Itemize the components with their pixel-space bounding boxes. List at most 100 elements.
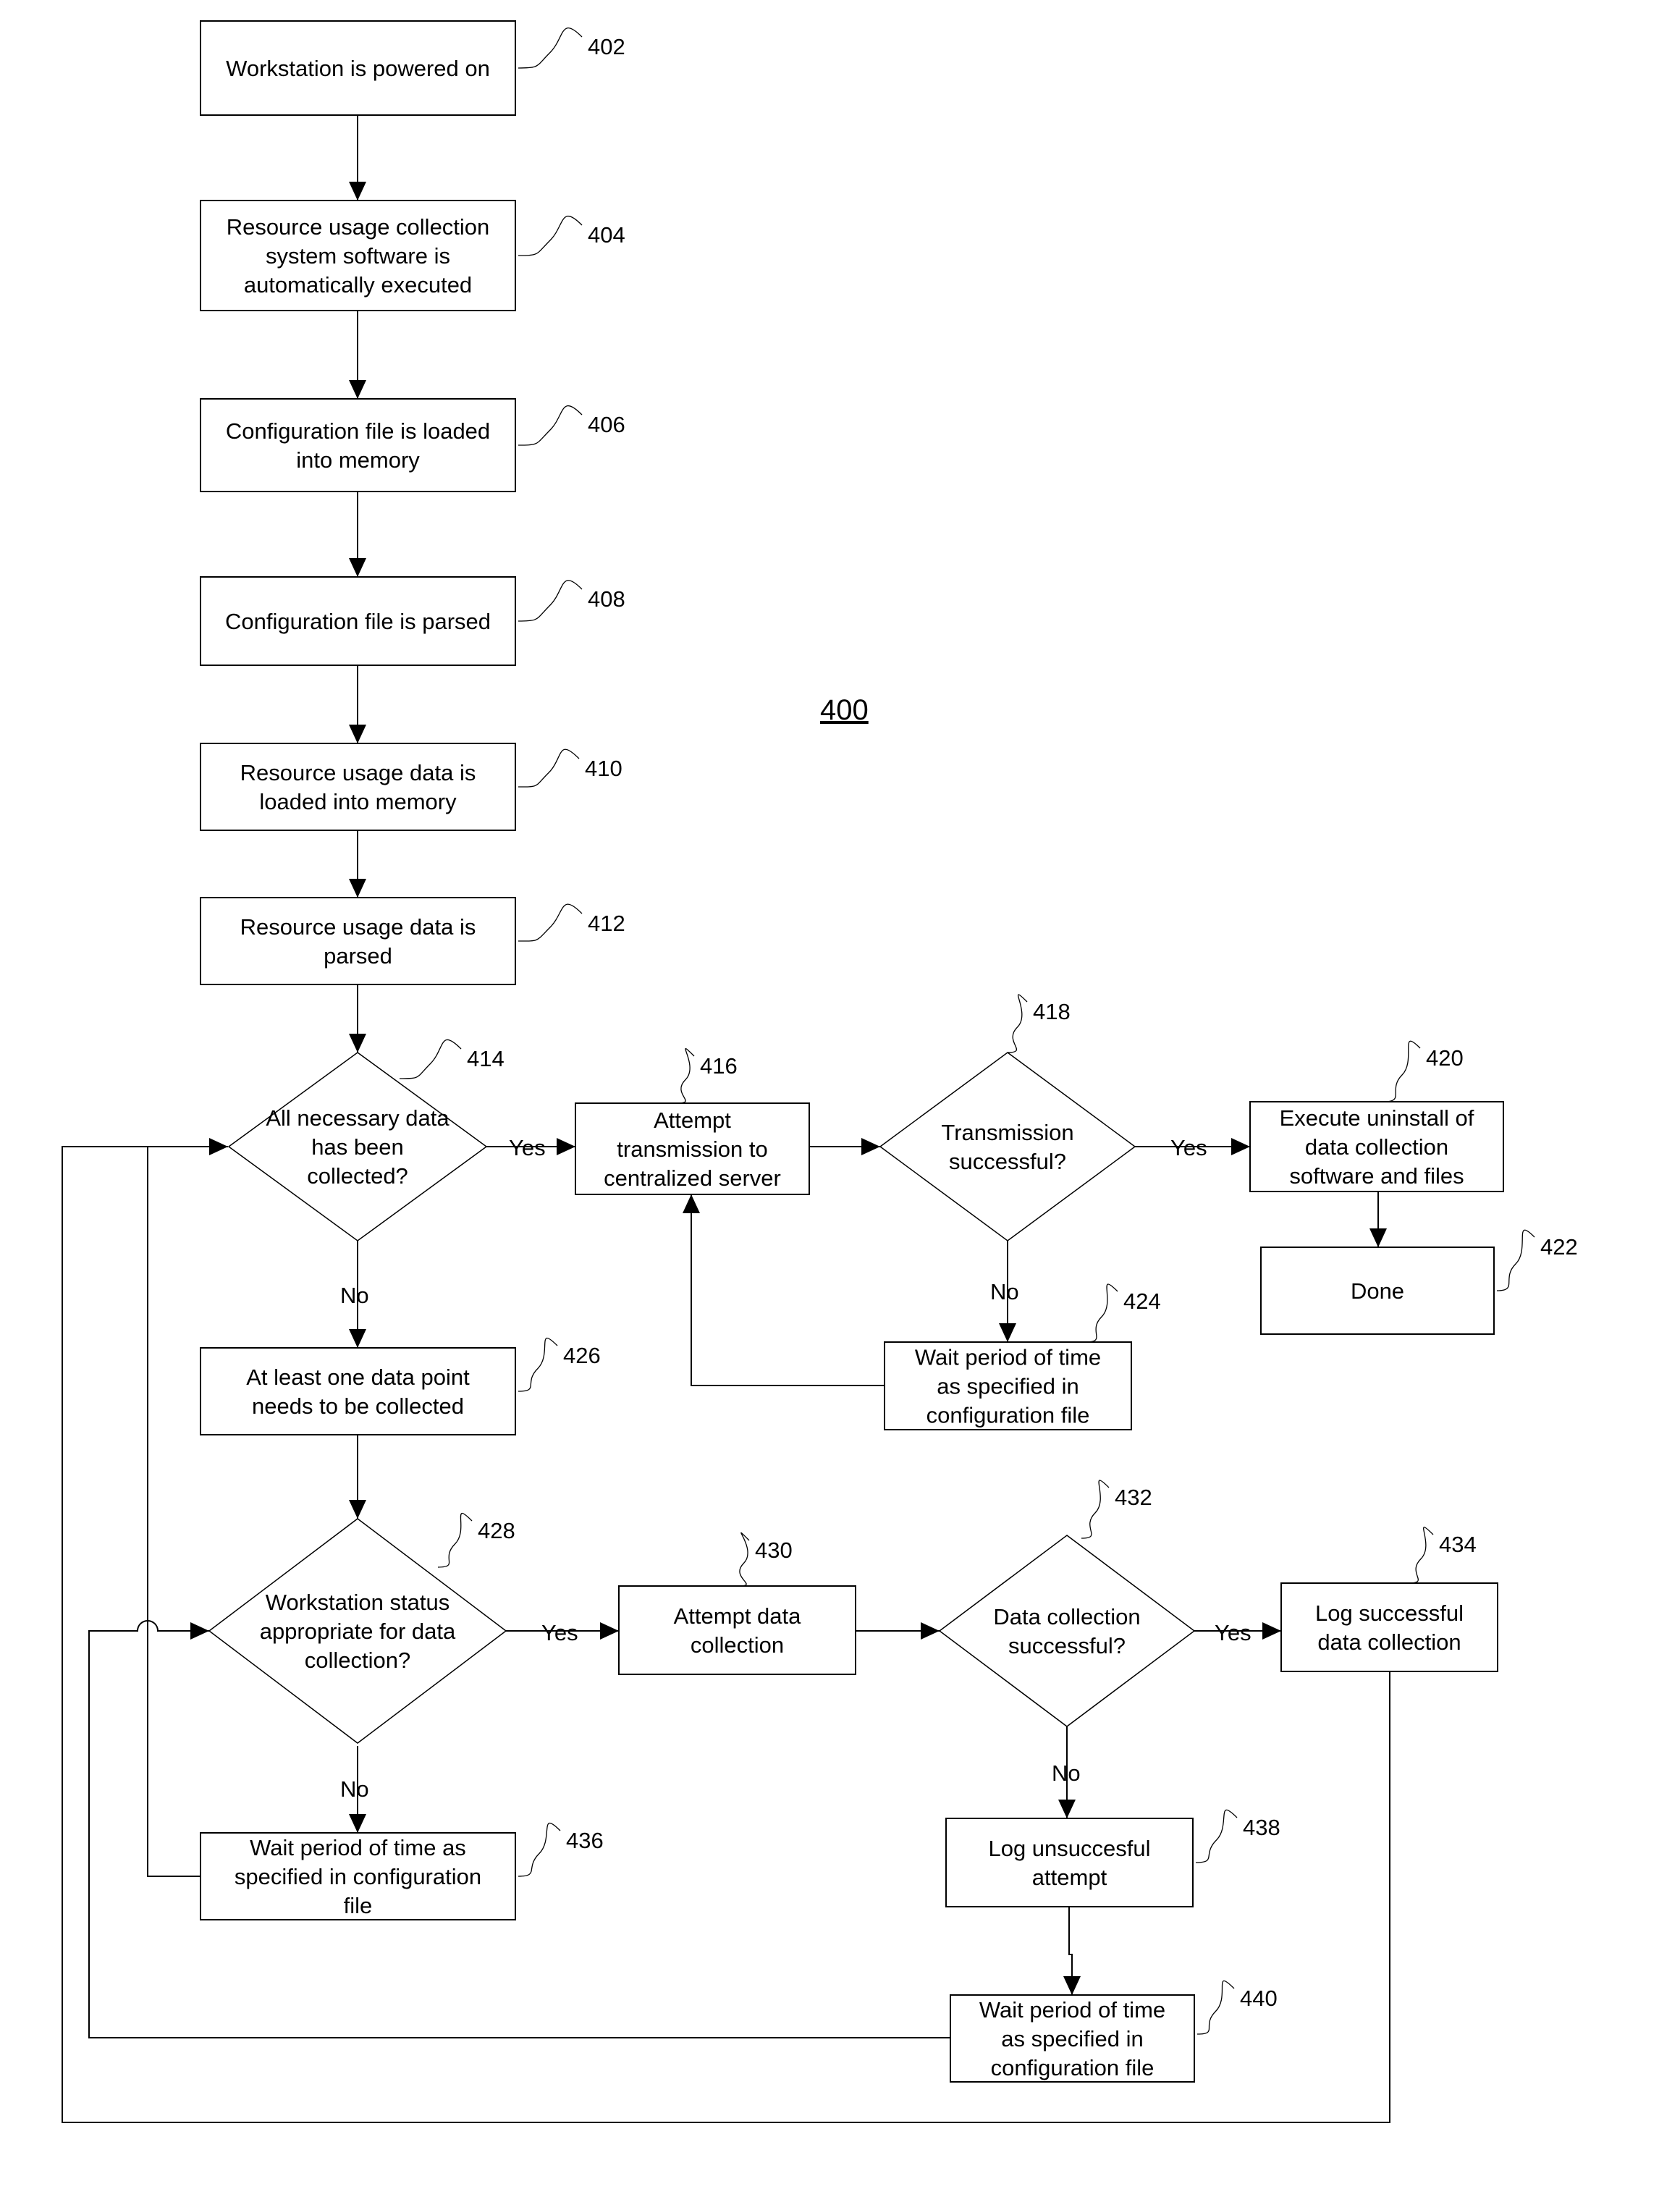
decision-418: Transmission successful? 418 (879, 994, 1136, 1241)
arrow-right-icon (1262, 1622, 1281, 1640)
reference-leader (518, 903, 583, 942)
reference-number: 438 (1243, 1815, 1280, 1840)
process-416: Attempt transmission to centralized server… (575, 1047, 810, 1195)
reference-leader (676, 1047, 695, 1104)
reference-leader (518, 215, 583, 256)
node-text-line: configuration file (926, 1403, 1090, 1428)
process-box (945, 1818, 1194, 1907)
flowchart-nodes: Workstation is powered on 402 Resource usa… (200, 20, 1578, 2083)
reference-number: 434 (1439, 1532, 1477, 1557)
reference-number: 440 (1240, 1986, 1278, 2011)
node-text-line: collected? (307, 1163, 408, 1189)
edge-labels: Yes Yes Yes Yes No No No No (340, 1135, 1251, 1802)
arrow-down-icon (349, 1329, 366, 1348)
node-text-line: Execute uninstall of (1280, 1105, 1474, 1131)
node-text-line: Workstation is powered on (226, 56, 490, 81)
yes-label: Yes (1215, 1620, 1251, 1645)
reference-number: 430 (755, 1538, 793, 1563)
process-438: Log unsuccesful attempt 438 (945, 1809, 1280, 1907)
reference-leader (518, 28, 583, 69)
arrow-down-icon (1369, 1228, 1387, 1247)
node-text-line: Log unsuccesful (988, 1836, 1150, 1861)
node-text-line: Workstation status (266, 1590, 449, 1615)
node-text-line: Wait period of time (915, 1345, 1101, 1370)
process-430: Attempt data collection 430 (618, 1532, 856, 1675)
process-408: Configuration file is parsed 408 (200, 576, 625, 666)
process-406: Configuration file is loaded into memory 4… (200, 398, 625, 492)
process-box (200, 743, 516, 831)
no-label: No (340, 1776, 369, 1802)
process-box (200, 398, 516, 492)
reference-number: 408 (588, 586, 625, 612)
node-text-line: as specified in (937, 1374, 1079, 1399)
reference-leader (1195, 1809, 1238, 1863)
decision-432: Data collection successful? 432 (938, 1480, 1196, 1727)
reference-number: 422 (1540, 1234, 1578, 1260)
node-text-line: automatically executed (244, 272, 472, 298)
node-text-line: appropriate for data (260, 1619, 456, 1644)
node-text-line: as specified in (1001, 2026, 1143, 2051)
node-text-line: has been (311, 1134, 404, 1160)
arrow-up-icon (683, 1194, 700, 1213)
process-box (200, 897, 516, 985)
reference-leader (1196, 1980, 1235, 2035)
arrow-right-icon (190, 1622, 209, 1640)
arrow-down-icon (349, 1814, 366, 1833)
process-402: Workstation is powered on 402 (200, 20, 625, 116)
reference-leader (1383, 1040, 1421, 1102)
reference-number: 426 (563, 1343, 601, 1368)
process-box (1280, 1582, 1498, 1672)
node-text-line: needs to be collected (252, 1393, 464, 1419)
process-436: Wait period of time as specified in confi… (200, 1822, 604, 1920)
arrow-right-icon (861, 1138, 880, 1155)
reference-number: 436 (566, 1828, 604, 1853)
arrow-right-icon (557, 1138, 575, 1155)
decision-428: Workstation status appropriate for data co… (208, 1512, 515, 1744)
arrow-down-icon (1063, 1976, 1081, 1995)
process-422: Done 422 (1260, 1229, 1578, 1335)
reference-leader (437, 1512, 473, 1568)
no-label: No (990, 1279, 1019, 1304)
arrow-right-icon (600, 1622, 619, 1640)
process-box (618, 1585, 856, 1675)
node-text-line: Resource usage collection (227, 214, 490, 240)
process-box (200, 1347, 516, 1435)
reference-number: 404 (588, 222, 625, 248)
node-text-line: centralized server (604, 1165, 781, 1191)
node-text-line: Attempt (654, 1108, 731, 1133)
decision-diamond (938, 1535, 1196, 1727)
figure-number: 400 (820, 694, 869, 726)
connector-loop-440 (88, 1620, 950, 2038)
node-text-line: Attempt data (674, 1603, 802, 1629)
node-text-line: successful? (1008, 1633, 1126, 1658)
reference-leader (1081, 1480, 1110, 1539)
reference-number: 402 (588, 34, 625, 59)
node-text-line: into memory (296, 447, 420, 473)
node-text-line: parsed (324, 943, 392, 969)
process-404: Resource usage collection system software… (200, 200, 625, 311)
node-text-line: Wait period of time as (250, 1835, 466, 1860)
arrow-down-icon (349, 1034, 366, 1053)
reference-leader (738, 1532, 750, 1587)
arrow-right-icon (921, 1622, 940, 1640)
node-text-line: system software is (266, 243, 450, 269)
node-text-line: Data collection (993, 1604, 1140, 1629)
yes-label: Yes (509, 1135, 546, 1160)
reference-number: 424 (1123, 1289, 1161, 1314)
node-text-line: configuration file (991, 2055, 1155, 2080)
decision-diamond (879, 1052, 1136, 1241)
node-text-line: data collection (1305, 1134, 1448, 1160)
connector-retry (691, 1194, 885, 1386)
node-text-line: All necessary data (266, 1105, 449, 1131)
reference-number: 420 (1426, 1045, 1464, 1071)
reference-number: 428 (478, 1518, 515, 1543)
node-text-line: Done (1351, 1278, 1404, 1304)
reference-leader (518, 405, 583, 446)
node-text-line: specified in configuration (235, 1864, 481, 1889)
process-434: Log successful data collection 434 (1280, 1527, 1498, 1672)
node-text-line: Log successful (1315, 1600, 1464, 1626)
reference-leader (1408, 1527, 1434, 1584)
node-text-line: software and files (1289, 1163, 1464, 1189)
node-text-line: attempt (1032, 1865, 1107, 1890)
node-text-line: Wait period of time (979, 1997, 1165, 2023)
